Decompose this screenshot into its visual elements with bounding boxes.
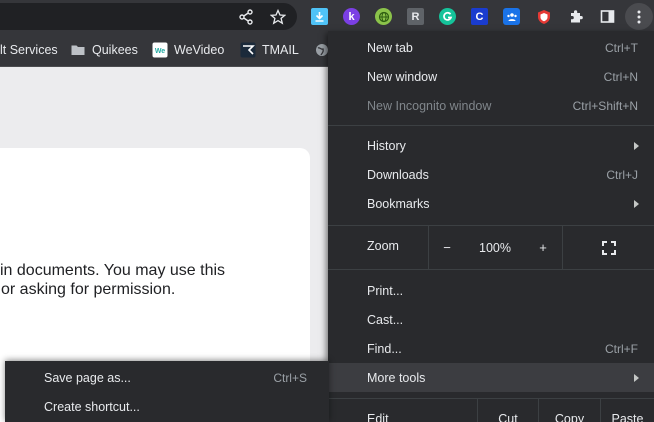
share-icon[interactable] [238,9,254,25]
menu-item-label: Create shortcut... [44,399,140,414]
bookmark-tmail[interactable]: TMAIL [240,33,299,66]
globe-extension-icon[interactable] [375,8,392,25]
edit-row: Edit Cut Copy Paste [328,399,654,422]
people-extension-icon[interactable] [503,8,520,25]
bookmark-label: lt Services [0,42,58,57]
menu-item-label: Save page as... [44,370,131,385]
zoom-out-button[interactable]: − [428,226,465,269]
menu-item-downloads[interactable]: Downloads Ctrl+J [328,160,654,189]
chrome-menu: New tab Ctrl+T New window Ctrl+N New Inc… [328,31,654,422]
kami-letter: k [348,10,355,23]
cut-button[interactable]: Cut [477,399,538,422]
zoom-minus-label: − [443,240,451,255]
paste-label: Paste [611,412,644,422]
zoom-plus-label: + [539,240,547,255]
menu-separator [328,269,654,270]
more-tools-submenu: Save page as... Ctrl+S Create shortcut..… [5,361,329,422]
menu-item-label: Bookmarks [367,196,430,211]
tmail-icon [240,42,256,58]
kami-extension-icon[interactable]: k [343,8,360,25]
c-letter: C [475,10,484,23]
bookmark-label: TMAIL [262,42,299,57]
shield-extension-icon[interactable] [535,8,552,25]
menu-item-save-page-as[interactable]: Save page as... Ctrl+S [5,363,329,392]
menu-item-shortcut: Ctrl+Shift+N [572,98,638,113]
zoom-value: 100% [479,240,511,255]
grammarly-extension-icon[interactable] [439,8,456,25]
menu-item-label: New tab [367,40,413,55]
cut-label: Cut [498,412,518,422]
menu-item-shortcut: Ctrl+N [603,69,638,84]
c-extension-icon[interactable]: C [471,8,488,25]
edit-label: Edit [367,412,389,422]
folder-icon [70,42,86,58]
menu-item-history[interactable]: History [328,131,654,160]
fullscreen-button[interactable] [562,226,654,269]
page-text-line-1: in documents. You may use this [0,262,226,279]
star-icon[interactable] [270,9,286,25]
browser-toolbar: k R C [0,0,654,33]
menu-item-label: Print... [367,283,404,298]
bookmark-label: Quikees [92,42,138,57]
menu-item-label: Find... [367,341,402,356]
submenu-arrow-icon [634,199,639,208]
bookmark-wevideo[interactable]: We WeVideo [152,33,224,66]
menu-item-label: More tools [367,370,426,385]
submenu-arrow-icon [634,373,639,382]
menu-item-shortcut: Ctrl+J [606,167,638,182]
wevideo-icon: We [152,42,168,58]
menu-separator [328,125,654,126]
menu-item-find[interactable]: Find... Ctrl+F [328,334,654,363]
menu-item-shortcut: Ctrl+T [605,40,638,55]
menu-item-new-window[interactable]: New window Ctrl+N [328,62,654,91]
menu-item-more-tools[interactable]: More tools [328,363,654,392]
page-text-line-2: or asking for permission. [1,281,176,298]
menu-item-create-shortcut[interactable]: Create shortcut... [5,392,329,421]
copy-button[interactable]: Copy [538,399,600,422]
fullscreen-icon [601,240,616,255]
bookmark-lt-services[interactable]: lt Services [0,33,58,66]
download-extension-icon[interactable] [311,8,328,25]
menu-item-label: New Incognito window [367,98,492,113]
svg-text:We: We [155,48,165,55]
menu-item-shortcut: Ctrl+S [273,370,307,385]
zoom-in-button[interactable]: + [525,226,561,269]
paste-button[interactable]: Paste [600,399,654,422]
chrome-menu-button[interactable] [625,3,653,30]
menu-item-label: Cast... [367,312,404,327]
r-extension-icon[interactable]: R [407,8,424,25]
zoom-label: Zoom [367,239,399,253]
address-bar[interactable] [0,3,297,30]
bookmark-quikees[interactable]: Quikees [70,33,138,66]
vertical-dots-icon [637,10,641,23]
menu-item-print[interactable]: Print... [328,276,654,305]
menu-item-label: History [367,138,406,153]
r-letter: R [411,10,420,23]
zoom-row: Zoom − 100% + [328,226,654,269]
menu-item-shortcut: Ctrl+F [605,341,638,356]
menu-item-label: Downloads [367,167,429,182]
menu-item-label: New window [367,69,438,84]
menu-item-bookmarks[interactable]: Bookmarks [328,189,654,218]
menu-item-cast[interactable]: Cast... [328,305,654,334]
menu-item-new-incognito[interactable]: New Incognito window Ctrl+Shift+N [328,91,654,120]
puzzle-extensions-icon[interactable] [567,8,584,25]
menu-item-new-tab[interactable]: New tab Ctrl+T [328,33,654,62]
bookmark-label: WeVideo [174,42,225,57]
submenu-arrow-icon [634,141,639,150]
side-panel-icon[interactable] [599,8,616,25]
copy-label: Copy [554,412,585,422]
zoom-level: 100% [465,226,525,269]
